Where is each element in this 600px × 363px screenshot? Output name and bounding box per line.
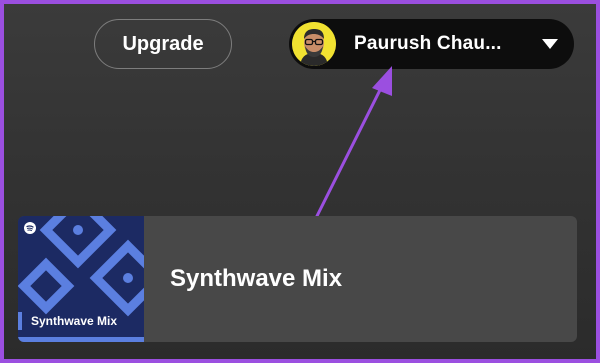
mix-cover-art: Synthwave Mix: [18, 216, 144, 342]
app-window: Upgrade Paurush Chau... Synthwave Mix Sy…: [4, 4, 596, 359]
upgrade-label: Upgrade: [122, 32, 204, 55]
spotify-logo-icon: [24, 222, 36, 234]
upgrade-button[interactable]: Upgrade: [94, 19, 232, 69]
caret-down-icon: [542, 39, 558, 49]
cover-title: Synthwave Mix: [31, 314, 118, 328]
cover-bottom-stripe: [18, 337, 144, 342]
avatar: [292, 22, 336, 66]
mix-title: Synthwave Mix: [170, 265, 343, 292]
mix-card[interactable]: Synthwave Mix Synthwave Mix: [18, 216, 577, 342]
profile-menu-button[interactable]: Paurush Chau...: [289, 19, 574, 69]
cover-accent-bar: [18, 312, 22, 330]
profile-name: Paurush Chau...: [354, 33, 502, 54]
